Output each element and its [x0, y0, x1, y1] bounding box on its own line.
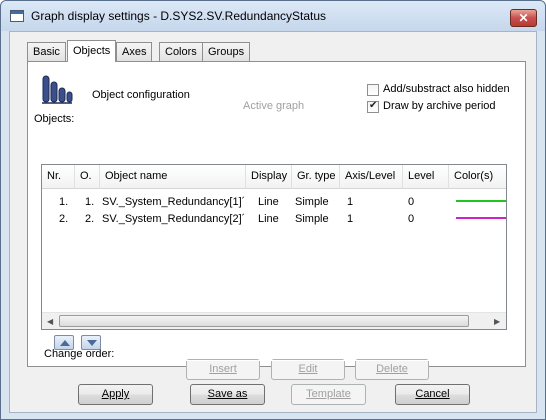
template-label: Template: [306, 388, 351, 400]
col-header-colors[interactable]: Color(s): [449, 165, 506, 189]
graph-objects-icon: [42, 75, 73, 104]
dialog-client-area: Basic Objects Axes Colors Groups Object …: [9, 31, 537, 413]
row-gr-type: Simple: [295, 196, 329, 208]
tab-objects[interactable]: Objects: [67, 40, 117, 62]
col-header-object-name[interactable]: Object name: [100, 165, 246, 189]
col-header-gr-type[interactable]: Gr. type: [292, 165, 340, 189]
scroll-right-icon[interactable]: ▶: [494, 317, 500, 326]
bottom-separator: [40, 360, 510, 361]
col-header-nr[interactable]: Nr.: [42, 165, 75, 189]
delete-button[interactable]: Delete: [355, 359, 429, 380]
list-header: Nr. O. Object name Display Gr. type Axis…: [42, 165, 506, 189]
dialog-window: Graph display settings - D.SYS2.SV.Redun…: [0, 0, 546, 420]
edit-button[interactable]: Edit: [271, 359, 345, 380]
app-window-icon: [10, 10, 24, 22]
insert-button[interactable]: Insert: [186, 359, 260, 380]
cancel-label: Cancel: [415, 388, 450, 400]
objects-tab-panel: Object configuration Active graph Add/su…: [27, 61, 526, 380]
row-display: Line: [258, 196, 279, 208]
scroll-left-icon[interactable]: ◀: [47, 317, 53, 326]
archive-period-checkbox[interactable]: [367, 100, 379, 113]
row-object-name: SV._System_Redundancy[1]´: [102, 196, 246, 208]
scrollbar-thumb[interactable]: [59, 315, 469, 327]
row-object-name: SV._System_Redundancy[2]´: [102, 213, 246, 225]
object-configuration-label: Object configuration: [92, 89, 190, 101]
add-hidden-label: Add/substract also hidden: [383, 83, 510, 95]
move-up-button[interactable]: [54, 335, 74, 350]
col-header-level[interactable]: Level: [403, 165, 449, 189]
row-gr-type: Simple: [295, 213, 329, 225]
col-header-order[interactable]: O.: [75, 165, 100, 189]
save-as-button[interactable]: Save as: [190, 384, 265, 405]
tab-colors[interactable]: Colors: [159, 42, 203, 61]
apply-label: Apply: [101, 388, 130, 400]
horizontal-scrollbar[interactable]: ◀ ▶: [42, 312, 506, 329]
tab-basic[interactable]: Basic: [27, 42, 66, 61]
row-order: 1.: [85, 196, 95, 208]
active-graph-label: Active graph: [243, 100, 305, 112]
col-header-axis-level[interactable]: Axis/Level: [340, 165, 403, 189]
row-level: 0: [408, 196, 415, 208]
title-bar: Graph display settings - D.SYS2.SV.Redun…: [1, 1, 545, 31]
col-header-display[interactable]: Display: [246, 165, 292, 189]
row-axis-level: 1: [347, 213, 354, 225]
row-color-swatch: [456, 200, 506, 202]
edit-label: Edit: [298, 363, 318, 375]
save-as-label: Save as: [207, 388, 248, 400]
archive-period-label: Draw by archive period: [383, 100, 496, 112]
row-nr: 2.: [59, 213, 69, 225]
add-hidden-checkbox[interactable]: [367, 84, 379, 96]
tab-axes[interactable]: Axes: [116, 42, 153, 61]
row-order: 2.: [85, 213, 95, 225]
row-color-swatch: [456, 217, 506, 219]
window-title: Graph display settings - D.SYS2.SV.Redun…: [31, 9, 327, 23]
cancel-button[interactable]: Cancel: [395, 384, 470, 405]
objects-list[interactable]: Nr. O. Object name Display Gr. type Axis…: [41, 164, 507, 330]
row-nr: 1.: [59, 196, 69, 208]
apply-button[interactable]: Apply: [78, 384, 153, 405]
template-button[interactable]: Template: [291, 384, 366, 405]
move-down-button[interactable]: [81, 335, 101, 350]
tab-groups[interactable]: Groups: [202, 42, 251, 61]
objects-separator: [81, 119, 513, 120]
insert-label: Insert: [209, 363, 237, 375]
row-axis-level: 1: [347, 196, 354, 208]
objects-label: Objects:: [34, 113, 75, 125]
close-button[interactable]: ✕: [510, 9, 537, 27]
row-display: Line: [258, 213, 279, 225]
row-level: 0: [408, 213, 415, 225]
delete-label: Delete: [376, 363, 408, 375]
